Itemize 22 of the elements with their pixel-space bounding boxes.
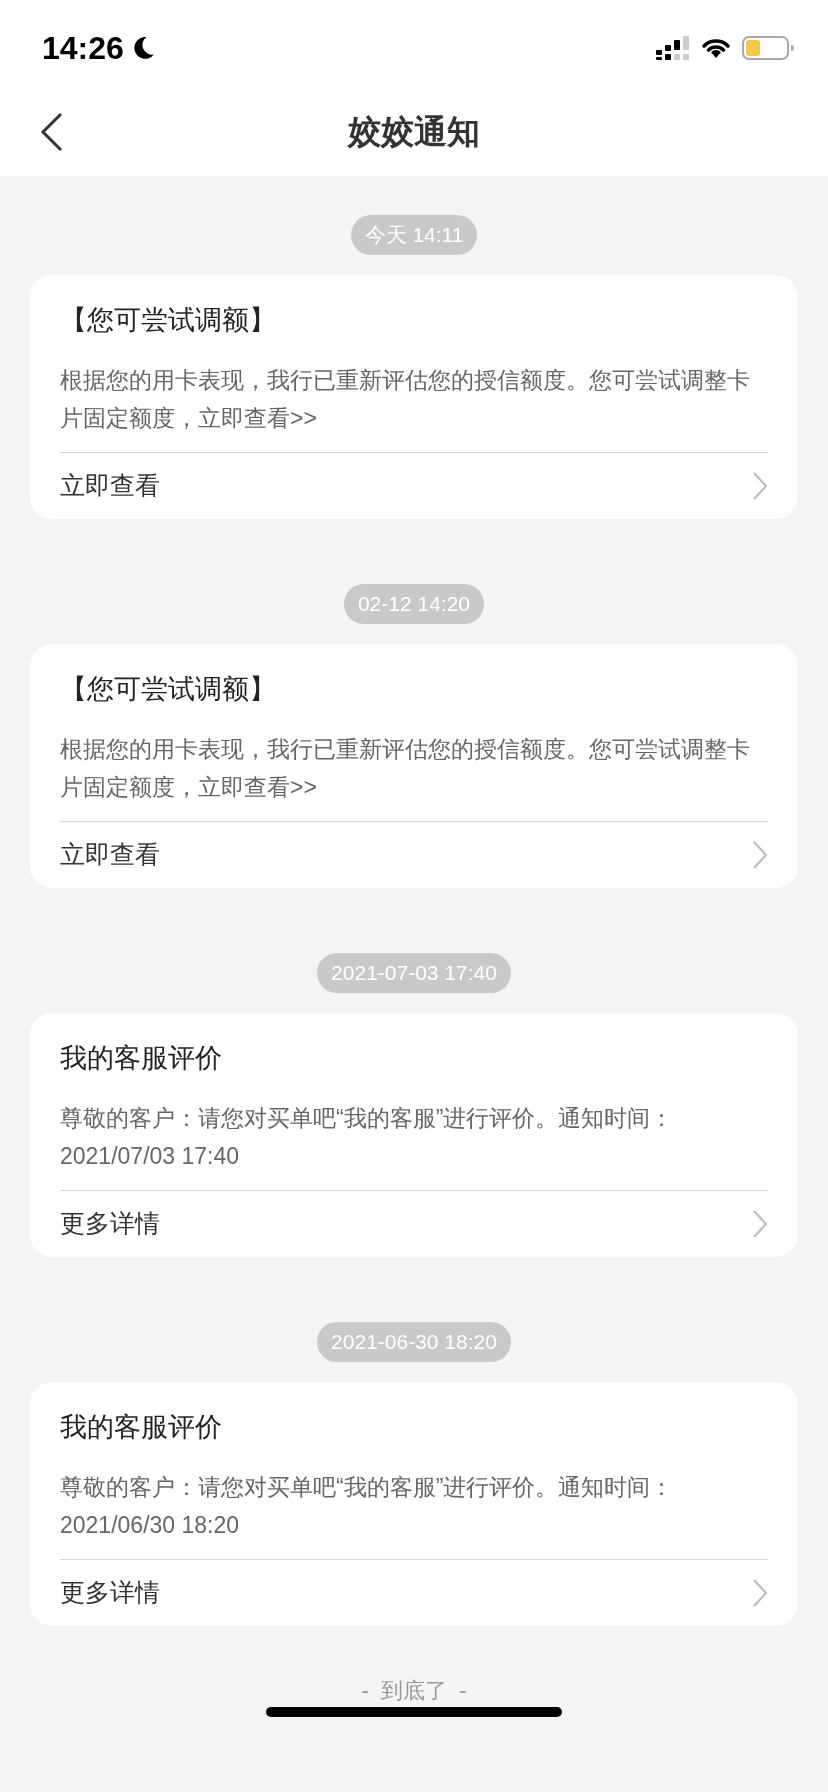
chevron-right-icon — [752, 840, 768, 870]
message-body: 根据您的用卡表现，我行已重新评估您的授信额度。您可尝试调整卡片固定额度，立即查看>> — [60, 366, 751, 433]
message-body: 根据您的用卡表现，我行已重新评估您的授信额度。您可尝试调整卡片固定额度，立即查看>> — [60, 735, 751, 802]
status-time: 14:26 — [42, 29, 124, 68]
message-title: 【您可尝试调额】 — [60, 673, 277, 706]
chevron-right-icon — [752, 471, 768, 501]
wifi-icon — [700, 36, 732, 60]
chevron-right-icon — [752, 1209, 768, 1239]
message-action[interactable]: 更多详情 — [60, 1191, 768, 1257]
message-body: 尊敬的客户：请您对买单吧“我的客服”进行评价。通知时间：2021/06/30 18:20 — [60, 1473, 675, 1540]
message-body: 尊敬的客户：请您对买单吧“我的客服”进行评价。通知时间：2021/07/03 17:40 — [60, 1104, 675, 1171]
signal-icon — [656, 36, 690, 60]
message-title: 【您可尝试调额】 — [60, 304, 277, 337]
message-action[interactable]: 更多详情 — [60, 1560, 768, 1626]
page-title: 姣姣通知 — [348, 112, 480, 153]
message-title: 我的客服评价 — [60, 1411, 223, 1444]
battery-icon — [742, 35, 794, 61]
message-action[interactable]: 立即查看 — [60, 822, 768, 888]
end-of-list-text: - 到底了 - — [360, 1677, 468, 1705]
chevron-right-icon — [752, 1578, 768, 1608]
message-title: 我的客服评价 — [60, 1042, 223, 1075]
message-action[interactable]: 立即查看 — [60, 453, 768, 519]
